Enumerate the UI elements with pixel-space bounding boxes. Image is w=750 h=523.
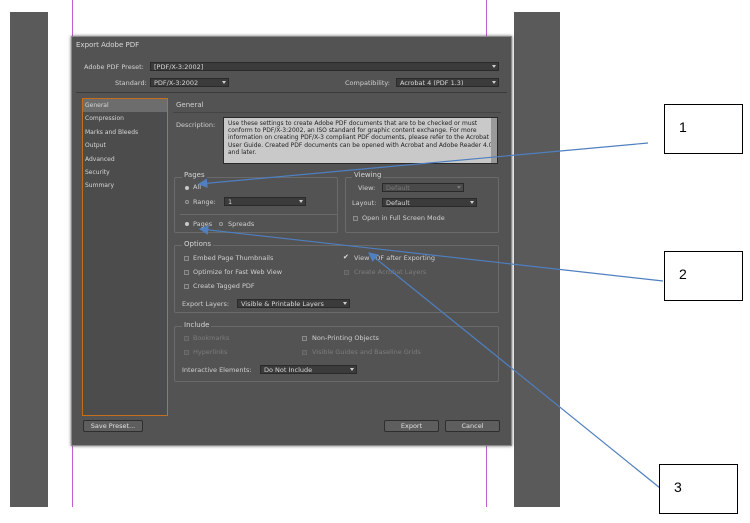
optimize-web-label: Optimize for Fast Web View <box>193 268 283 276</box>
description-body: Use these settings to create Adobe PDF d… <box>228 120 493 156</box>
chevron-down-icon <box>343 302 347 305</box>
preset-label: Adobe PDF Preset: <box>84 63 144 71</box>
category-sidebar: General Compression Marks and Bleeds Out… <box>82 98 168 416</box>
callout-1-number: 1 <box>679 119 687 135</box>
layout-dropdown[interactable]: Default <box>382 198 477 207</box>
sidebar-item-output[interactable]: Output <box>83 139 167 152</box>
chevron-down-icon <box>299 200 303 203</box>
view-value: Default <box>386 184 410 192</box>
view-after-export-label: View PDF after Exporting <box>354 254 435 262</box>
chevron-down-icon <box>492 81 496 84</box>
nonprinting-checkbox[interactable] <box>302 336 307 341</box>
sidebar-item-compression[interactable]: Compression <box>83 112 167 125</box>
range-radio[interactable] <box>185 200 189 204</box>
include-group-title: Include <box>182 321 212 329</box>
view-label: View: <box>358 184 376 192</box>
document-pasteboard-left <box>10 12 48 507</box>
description-label: Description: <box>176 121 216 129</box>
fullscreen-label: Open in Full Screen Mode <box>362 214 445 222</box>
callout-2-number: 2 <box>679 266 687 282</box>
layout-value: Default <box>386 199 410 207</box>
tagged-pdf-label: Create Tagged PDF <box>193 282 255 290</box>
compatibility-dropdown[interactable]: Acrobat 4 (PDF 1.3) <box>396 78 499 87</box>
all-pages-radio[interactable] <box>185 186 189 190</box>
standard-value: PDF/X-3:2002 <box>154 79 199 87</box>
description-text: Use these settings to create Adobe PDF d… <box>223 117 498 164</box>
sidebar-item-general[interactable]: General <box>83 99 167 113</box>
acrobat-layers-checkbox[interactable] <box>344 270 349 275</box>
range-value: 1 <box>228 198 233 206</box>
viewing-group-title: Viewing <box>352 171 384 179</box>
layout-label: Layout: <box>352 199 377 207</box>
cancel-button[interactable]: Cancel <box>445 420 500 432</box>
embed-thumbnails-checkbox[interactable] <box>184 256 189 261</box>
section-heading-divider <box>173 112 501 113</box>
tagged-pdf-checkbox[interactable] <box>184 284 189 289</box>
acrobat-layers-label: Create Acrobat Layers <box>354 268 427 276</box>
sidebar-item-marks-and-bleeds[interactable]: Marks and Bleeds <box>83 126 167 139</box>
chevron-down-icon <box>350 368 354 371</box>
save-preset-button[interactable]: Save Preset... <box>83 420 143 432</box>
standard-label: Standard: <box>115 79 147 87</box>
hyperlinks-label: Hyperlinks <box>193 348 228 356</box>
export-button[interactable]: Export <box>384 420 439 432</box>
export-layers-label: Export Layers: <box>182 300 230 308</box>
spreads-radio[interactable] <box>219 222 223 226</box>
bookmarks-label: Bookmarks <box>193 334 230 342</box>
export-layers-value: Visible & Printable Layers <box>241 300 324 308</box>
pages-divider <box>180 214 338 215</box>
nonprinting-label: Non-Printing Objects <box>312 334 379 342</box>
view-dropdown[interactable]: Default <box>382 183 464 192</box>
export-pdf-dialog: Export Adobe PDF Adobe PDF Preset: [PDF/… <box>71 36 512 446</box>
sidebar-item-advanced[interactable]: Advanced <box>83 153 167 166</box>
fullscreen-checkbox[interactable] <box>353 216 358 221</box>
interactive-elements-dropdown[interactable]: Do Not Include <box>260 365 357 374</box>
standard-dropdown[interactable]: PDF/X-3:2002 <box>150 78 229 87</box>
compatibility-label: Compatibility: <box>345 79 390 87</box>
all-pages-label: All <box>193 183 202 191</box>
interactive-elements-value: Do Not Include <box>264 366 313 374</box>
range-label: Range: <box>193 198 216 206</box>
chevron-down-icon <box>470 201 474 204</box>
preset-value: [PDF/X-3:2002] <box>154 63 204 71</box>
document-pasteboard-right <box>514 12 560 507</box>
range-input[interactable]: 1 <box>224 197 306 206</box>
hyperlinks-checkbox[interactable] <box>184 350 189 355</box>
section-heading: General <box>176 101 204 109</box>
optimize-web-checkbox[interactable] <box>184 270 189 275</box>
guides-checkbox[interactable] <box>302 350 307 355</box>
callout-3: 3 <box>659 464 738 514</box>
checkmark-icon[interactable]: ✔ <box>343 254 349 261</box>
dialog-title: Export Adobe PDF <box>76 41 140 49</box>
callout-1: 1 <box>664 104 743 154</box>
chevron-down-icon <box>457 186 461 189</box>
pages-radio[interactable] <box>185 222 189 226</box>
bookmarks-checkbox[interactable] <box>184 336 189 341</box>
callout-3-number: 3 <box>674 479 682 495</box>
compatibility-value: Acrobat 4 (PDF 1.3) <box>400 79 464 87</box>
spreads-radio-label: Spreads <box>228 220 255 228</box>
chevron-down-icon <box>492 65 496 68</box>
preset-dropdown[interactable]: [PDF/X-3:2002] <box>150 62 499 71</box>
callout-2: 2 <box>664 251 743 301</box>
sidebar-item-security[interactable]: Security <box>83 166 167 179</box>
chevron-down-icon <box>222 81 226 84</box>
guides-label: Visible Guides and Baseline Grids <box>312 348 421 356</box>
pages-radio-label: Pages <box>193 220 213 228</box>
header-divider <box>76 92 507 93</box>
export-layers-dropdown[interactable]: Visible & Printable Layers <box>237 299 350 308</box>
options-group-title: Options <box>182 240 214 248</box>
sidebar-item-summary[interactable]: Summary <box>83 179 167 192</box>
description-scrollbar[interactable] <box>491 118 497 163</box>
interactive-elements-label: Interactive Elements: <box>182 366 252 374</box>
embed-thumbnails-label: Embed Page Thumbnails <box>193 254 274 262</box>
pages-group-title: Pages <box>182 171 207 179</box>
